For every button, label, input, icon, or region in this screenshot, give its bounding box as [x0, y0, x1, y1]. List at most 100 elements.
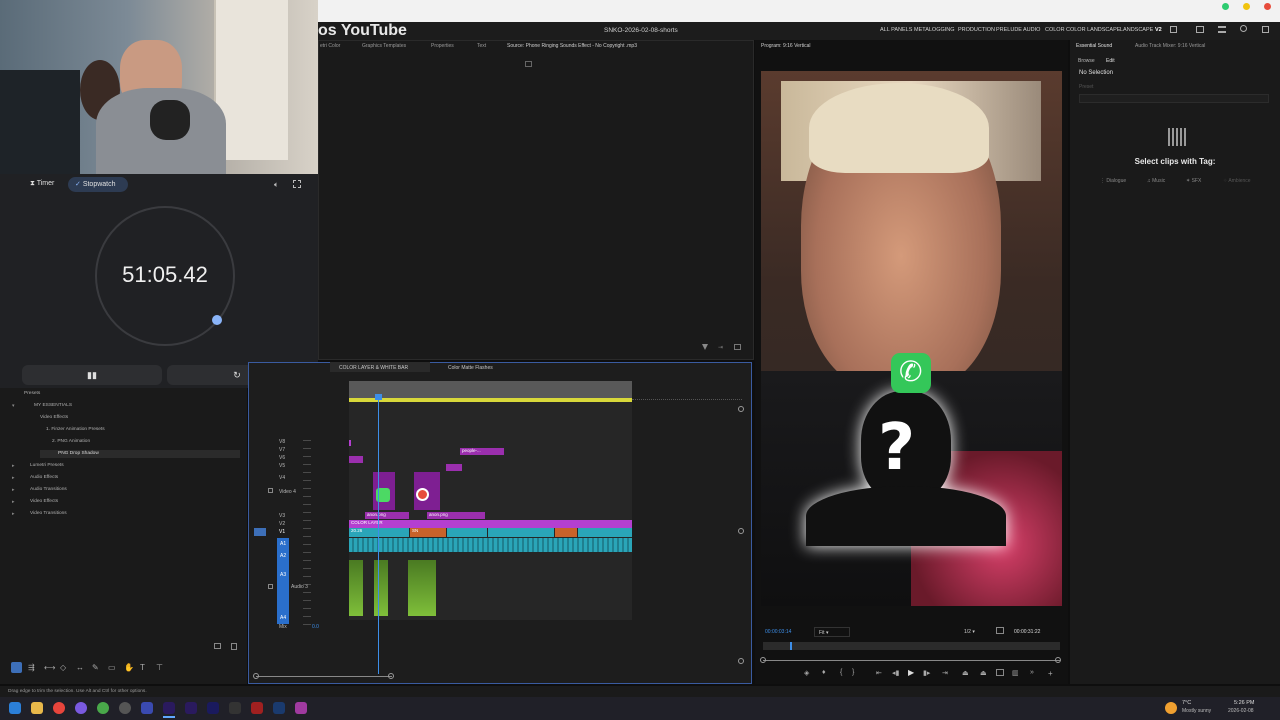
effects-item[interactable]: Audio Transitions — [30, 487, 67, 492]
trash-icon[interactable] — [231, 643, 237, 650]
go-to-in-icon[interactable]: ⇤ — [876, 669, 882, 677]
scroll-handle-mid[interactable] — [738, 528, 744, 534]
playhead-handle[interactable] — [375, 394, 382, 400]
tab-audio-track-mixer[interactable]: Audio Track Mixer: 9:16 Vertical — [1135, 43, 1205, 49]
track-header-v2[interactable]: V2 — [279, 521, 285, 527]
lock-icon[interactable] — [268, 584, 273, 589]
clip-a1-audio[interactable] — [349, 538, 632, 552]
zoom-select[interactable]: Fit ▾ — [814, 627, 850, 637]
clip-v1-e[interactable] — [555, 528, 577, 537]
app-icon[interactable] — [295, 702, 307, 714]
razor-tool-icon[interactable]: ◇ — [60, 663, 66, 672]
mark-out-icon[interactable]: } — [852, 669, 854, 676]
filter-icon[interactable] — [702, 344, 708, 350]
clip-anon-2[interactable]: anon.png — [427, 512, 485, 519]
track-header-a1[interactable]: A1 — [280, 541, 286, 547]
step-forward-icon[interactable]: ▮▸ — [923, 669, 930, 677]
horizontal-zoom-bar[interactable] — [256, 676, 392, 677]
track-header-a3[interactable]: A3 — [280, 572, 286, 578]
add-marker-icon[interactable]: ◈ — [804, 669, 809, 677]
effects-item-selected[interactable]: PNG Drop Shadow — [58, 451, 99, 456]
photoshop-icon[interactable] — [273, 702, 285, 714]
chevron-right-icon[interactable]: ▸ — [12, 511, 15, 517]
tab-lumetri-color[interactable]: etri Color — [320, 43, 340, 49]
pen-tool-icon[interactable]: ✎ — [92, 663, 99, 672]
clock-time[interactable]: 5:26 PM — [1234, 700, 1254, 706]
edit-tab[interactable]: Edit — [1106, 58, 1115, 64]
mix-value[interactable]: 0.0 — [312, 624, 319, 630]
track-select-tool-icon[interactable]: ⇶ — [28, 663, 35, 672]
effects-item[interactable]: Presets — [24, 391, 40, 396]
caption-tool-icon[interactable]: ⊤ — [156, 663, 163, 672]
track-header-a4[interactable]: A4 — [280, 615, 286, 621]
clip-a3-audio-2[interactable] — [374, 560, 388, 616]
export-frame-icon[interactable] — [996, 669, 1004, 676]
workspace-prelude[interactable]: PRELUDE — [996, 27, 1022, 33]
workspace-landscape[interactable]: LANDSCAPE — [1120, 27, 1153, 33]
tab-properties[interactable]: Properties — [431, 43, 454, 49]
source-patch-v1[interactable] — [254, 528, 266, 536]
tab-text[interactable]: Text — [477, 43, 486, 49]
clip-a3-audio-1[interactable] — [349, 560, 363, 616]
source-new-bin-icon[interactable] — [734, 344, 741, 350]
program-scrub-bar[interactable] — [763, 642, 1060, 650]
track-header-v8[interactable]: V8 — [279, 439, 285, 445]
marker-icon[interactable]: ♦ — [822, 669, 826, 676]
effects-item[interactable]: 2. PNG Animation — [52, 439, 90, 444]
workspace-v2[interactable]: V2 — [1155, 27, 1162, 33]
app-icon[interactable] — [229, 702, 241, 714]
program-zoom-handle-left[interactable] — [760, 657, 766, 663]
slip-tool-icon[interactable]: ↔ — [76, 663, 84, 672]
tab-source[interactable]: Source: Phone Ringing Sounds Effect - No… — [507, 43, 637, 49]
selection-tool-icon[interactable] — [11, 662, 22, 673]
chevron-down-icon[interactable]: ▾ — [12, 403, 15, 409]
clip-v6[interactable] — [349, 456, 363, 463]
type-tool-icon[interactable]: T — [140, 663, 145, 672]
chevron-right-icon[interactable]: ▸ — [12, 499, 15, 505]
green-dot-icon[interactable] — [1222, 3, 1229, 10]
track-header-v6[interactable]: V6 — [279, 455, 285, 461]
expand-icon[interactable] — [293, 180, 301, 188]
preset-dropdown[interactable] — [1079, 94, 1269, 103]
lock-icon[interactable] — [268, 488, 273, 493]
clip-v8-marker[interactable] — [349, 440, 351, 446]
chrome-icon[interactable] — [53, 702, 65, 714]
export-icon[interactable] — [1196, 26, 1204, 33]
hamburger-icon[interactable] — [1218, 26, 1226, 33]
tab-graphics-templates[interactable]: Graphics Templates — [362, 43, 406, 49]
effects-item[interactable]: Lumetri Presets — [30, 463, 64, 468]
windows-start-icon[interactable] — [9, 702, 21, 714]
chevron-right-icon[interactable]: ▸ — [12, 475, 15, 481]
clip-v1-f[interactable] — [578, 528, 632, 537]
scroll-handle-top[interactable] — [738, 406, 744, 412]
scroll-handle-bottom[interactable] — [738, 658, 744, 664]
workspace-color-landscape[interactable]: COLOR LANDSCAPE — [1066, 27, 1120, 33]
yellow-dot-icon[interactable] — [1243, 3, 1250, 10]
app-icon[interactable] — [97, 702, 109, 714]
mark-in-icon[interactable]: { — [840, 669, 842, 676]
tag-sfx[interactable]: ✶ SFX — [1186, 178, 1201, 184]
tab-timer[interactable]: ⧗ Timer — [30, 180, 54, 188]
red-dot-icon[interactable] — [1264, 3, 1271, 10]
app-icon[interactable] — [75, 702, 87, 714]
program-timecode-in[interactable]: 00:00:03:14 — [765, 629, 791, 635]
clip-a3-audio-3[interactable] — [408, 560, 436, 616]
effects-item[interactable]: Video Transitions — [30, 511, 67, 516]
volume-icon[interactable]: 🔈︎ — [274, 180, 279, 190]
effects-item[interactable]: 1. Finzer Animation Presets — [46, 427, 105, 432]
track-header-a2[interactable]: A2 — [280, 553, 286, 559]
new-bin-icon[interactable] — [214, 643, 221, 649]
workspace-production[interactable]: PRODUCTION — [958, 27, 995, 33]
fullscreen-icon[interactable] — [1262, 26, 1269, 33]
program-title[interactable]: Program: 9:16 Vertical — [761, 43, 810, 49]
source-settings-icon[interactable] — [525, 61, 532, 67]
track-header-v4[interactable]: V4 — [279, 475, 285, 481]
security-shield-icon[interactable] — [141, 702, 153, 714]
clip-color-layer[interactable]: COLOR LAYER — [349, 520, 632, 528]
clip-people[interactable]: people-... — [460, 448, 504, 455]
effects-item[interactable]: Audio Effects — [30, 475, 58, 480]
play-icon[interactable]: ▶ — [908, 668, 914, 677]
go-to-out-icon[interactable]: ⇥ — [942, 669, 948, 677]
resolution-select[interactable]: 1/2 ▾ — [960, 627, 990, 637]
tag-dialogue[interactable]: ⋮ Dialogue — [1100, 178, 1126, 184]
